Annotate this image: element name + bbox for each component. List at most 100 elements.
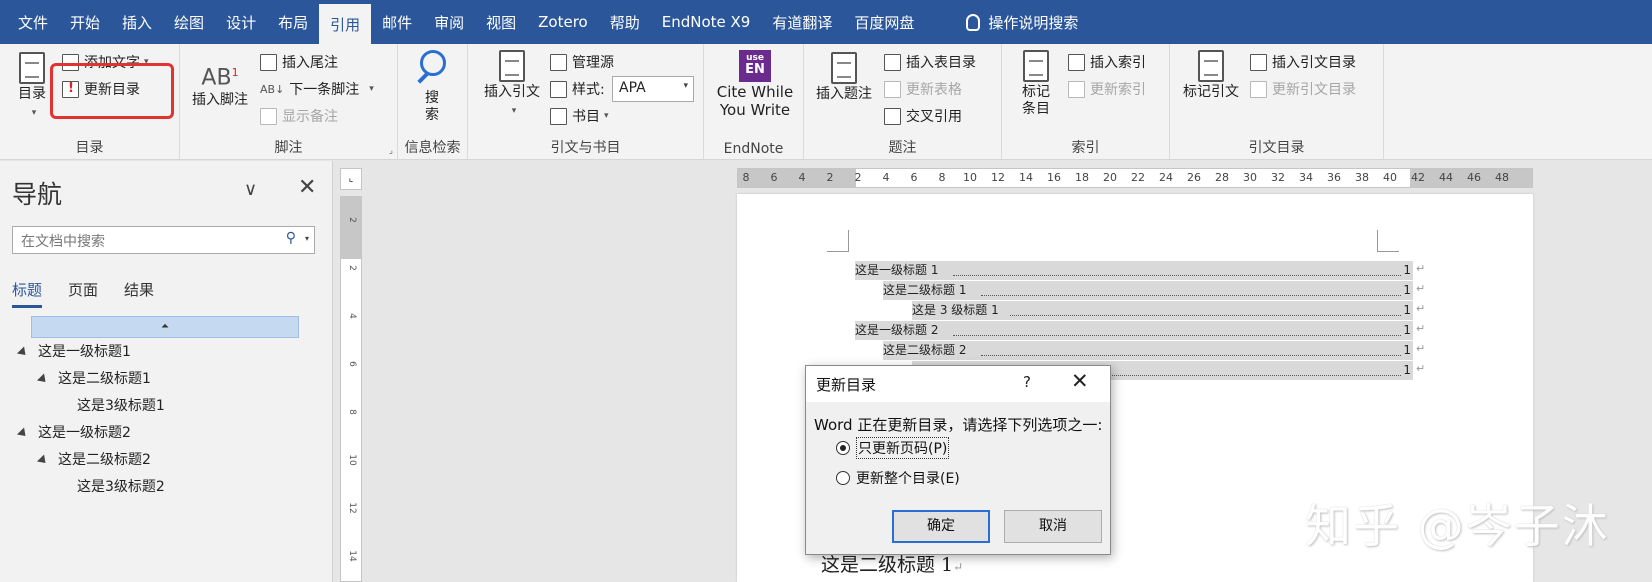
insert-footnote-button[interactable]: AB1 插入脚注 bbox=[188, 56, 252, 109]
dialog-launcher-icon[interactable]: ⌟ bbox=[389, 146, 393, 156]
insert-index-icon bbox=[1068, 53, 1085, 71]
search-icon[interactable]: ⚲ bbox=[286, 230, 296, 246]
nav-tab-headings[interactable]: 标题 bbox=[12, 279, 43, 308]
tell-me-search[interactable]: 操作说明搜索 bbox=[955, 0, 1089, 44]
ribbon-tab[interactable]: 邮件 bbox=[371, 0, 423, 44]
ruler-tick-label: 8 bbox=[742, 171, 750, 184]
mark-citation-button[interactable]: 标记引文 bbox=[1178, 50, 1244, 101]
toc-entry[interactable]: 这是二级标题 2 1 bbox=[883, 341, 1413, 360]
cross-reference-icon bbox=[884, 107, 901, 125]
ribbon-tab[interactable]: 帮助 bbox=[599, 0, 651, 44]
insert-toa-icon bbox=[1250, 53, 1267, 71]
next-footnote-label: 下一条脚注 bbox=[289, 82, 360, 98]
ok-button[interactable]: 确定 bbox=[892, 510, 990, 543]
chevron-down-icon[interactable]: ▾ bbox=[305, 234, 309, 243]
ribbon-tab[interactable]: 视图 bbox=[475, 0, 527, 44]
nav-tab-pages[interactable]: 页面 bbox=[68, 279, 98, 308]
next-footnote-button[interactable]: AB↓ 下一条脚注 ▾ bbox=[260, 77, 374, 101]
update-table-button[interactable]: 更新表格 bbox=[884, 77, 962, 101]
cancel-button[interactable]: 取消 bbox=[1004, 510, 1102, 543]
insert-citation-label: 插入引文 bbox=[484, 84, 540, 100]
ribbon-tab[interactable]: 设计 bbox=[215, 0, 267, 44]
toc-entry[interactable]: 这是一级标题 2 1 bbox=[855, 321, 1413, 340]
tab-selector-icon[interactable]: ⌞ bbox=[340, 168, 362, 190]
expand-triangle-icon[interactable] bbox=[36, 454, 50, 467]
insert-table-of-figures-button[interactable]: 插入表目录 bbox=[884, 50, 976, 74]
collapse-all-bar[interactable]: ⏶ bbox=[31, 316, 299, 338]
ribbon-tab[interactable]: 绘图 bbox=[163, 0, 215, 44]
toc-entry[interactable]: 这是一级标题 1 1 bbox=[855, 261, 1413, 280]
toc-entry[interactable]: 这是二级标题 1 1 bbox=[883, 281, 1413, 300]
search-button[interactable]: 搜索 bbox=[412, 48, 452, 124]
ribbon-tab[interactable]: 百度网盘 bbox=[843, 0, 925, 44]
insert-index-button[interactable]: 插入索引 bbox=[1068, 50, 1146, 74]
cross-reference-button[interactable]: 交叉引用 bbox=[884, 104, 962, 128]
citation-style-select[interactable]: APA ▾ bbox=[612, 76, 694, 102]
update-index-button[interactable]: 更新索引 bbox=[1068, 77, 1146, 101]
nav-heading-item[interactable]: 这是二级标题1 bbox=[36, 368, 151, 388]
chevron-down-icon[interactable]: ∨ bbox=[244, 179, 257, 200]
crop-mark bbox=[827, 230, 849, 252]
nav-heading-item[interactable]: 这是一级标题1 bbox=[16, 341, 131, 361]
research-group-label: 信息检索 bbox=[404, 140, 461, 156]
manage-sources-button[interactable]: 管理源 bbox=[550, 50, 614, 74]
expand-triangle-icon[interactable] bbox=[16, 427, 30, 440]
nav-heading-item[interactable]: 这是3级标题2 bbox=[77, 476, 165, 496]
insert-citation-button[interactable]: 插入引文 ▾ bbox=[480, 50, 544, 120]
chevron-down-icon: ▾ bbox=[511, 106, 517, 116]
mark-citation-label: 标记引文 bbox=[1183, 84, 1239, 100]
paragraph-mark: ↵ bbox=[1416, 282, 1426, 295]
endnote-logo-icon: use EN bbox=[739, 50, 771, 82]
radio-update-page-numbers[interactable]: 只更新页码(P) bbox=[836, 437, 950, 459]
nav-search-input[interactable]: 在文档中搜索 ⚲ ▾ bbox=[12, 226, 315, 254]
insert-caption-label: 插入题注 bbox=[816, 86, 872, 102]
radio-option2-label: 更新整个目录(E) bbox=[856, 471, 960, 487]
ruler-tick-label: 6 bbox=[347, 361, 357, 367]
vertical-ruler-margin bbox=[341, 197, 361, 259]
insert-caption-button[interactable]: 插入题注 bbox=[812, 52, 876, 103]
cite-while-you-write-button[interactable]: use EN Cite While You Write bbox=[712, 50, 798, 120]
horizontal-ruler[interactable]: 8 6 4 2 2 4 6 8 10 12 14 16 18 20 22 24 26 28 30 32 34 36 38 40… bbox=[737, 168, 1533, 188]
ribbon-tab[interactable]: 插入 bbox=[111, 0, 163, 44]
ribbon-tab[interactable]: 文件 bbox=[0, 0, 59, 44]
ribbon-tab[interactable]: 审阅 bbox=[423, 0, 475, 44]
toc-entry[interactable]: 这是 3 级标题 1 1 bbox=[912, 301, 1413, 320]
dialog-title: 更新目录 bbox=[806, 366, 1110, 402]
update-toa-label: 更新引文目录 bbox=[1272, 82, 1356, 98]
manage-sources-icon bbox=[550, 53, 567, 71]
nav-tab-results[interactable]: 结果 bbox=[124, 279, 154, 308]
expand-triangle-icon[interactable] bbox=[36, 373, 50, 386]
radio-update-entire-table[interactable]: 更新整个目录(E) bbox=[836, 468, 960, 488]
bibliography-button[interactable]: 书目 ▾ bbox=[550, 104, 609, 128]
expand-triangle-icon[interactable] bbox=[16, 346, 30, 359]
nav-heading-label: 这是二级标题2 bbox=[58, 452, 151, 468]
ruler-tick-label: 4 bbox=[882, 171, 890, 184]
toc-button[interactable]: 目录 ▾ bbox=[14, 52, 50, 122]
update-table-icon bbox=[884, 80, 901, 98]
ribbon-tab[interactable]: 开始 bbox=[59, 0, 111, 44]
nav-heading-item[interactable]: 这是二级标题2 bbox=[36, 449, 151, 469]
ruler-tick-label: 14 bbox=[1019, 171, 1033, 184]
next-footnote-icon: AB↓ bbox=[260, 82, 285, 96]
update-toa-button[interactable]: 更新引文目录 bbox=[1250, 77, 1356, 101]
close-icon[interactable]: ✕ bbox=[298, 175, 316, 200]
mark-entry-button[interactable]: 标记 条目 bbox=[1016, 50, 1056, 118]
close-icon[interactable]: ✕ bbox=[1071, 369, 1089, 393]
chevron-down-icon: ▾ bbox=[31, 108, 37, 118]
ribbon-tab[interactable]: 布局 bbox=[267, 0, 319, 44]
ribbon-tab[interactable]: EndNote X9 bbox=[651, 0, 762, 44]
insert-toa-button[interactable]: 插入引文目录 bbox=[1250, 50, 1356, 74]
nav-heading-item[interactable]: 这是3级标题1 bbox=[77, 395, 165, 415]
insert-endnote-button[interactable]: 插入尾注 bbox=[260, 50, 338, 74]
ribbon-tab[interactable]: 引用 bbox=[319, 4, 372, 44]
search-label: 搜索 bbox=[425, 90, 439, 123]
style-label-row: 样式: bbox=[550, 77, 605, 101]
help-icon[interactable]: ? bbox=[1023, 373, 1031, 391]
paragraph-mark: ↵ bbox=[1416, 302, 1426, 315]
ribbon-tab[interactable]: 有道翻译 bbox=[761, 0, 843, 44]
show-notes-button[interactable]: 显示备注 bbox=[260, 104, 338, 128]
ruler-tick-label: 8 bbox=[938, 171, 946, 184]
ribbon-tab[interactable]: Zotero bbox=[527, 0, 599, 44]
toc-page-number: 1 bbox=[1403, 363, 1411, 377]
nav-heading-item[interactable]: 这是一级标题2 bbox=[16, 422, 131, 442]
